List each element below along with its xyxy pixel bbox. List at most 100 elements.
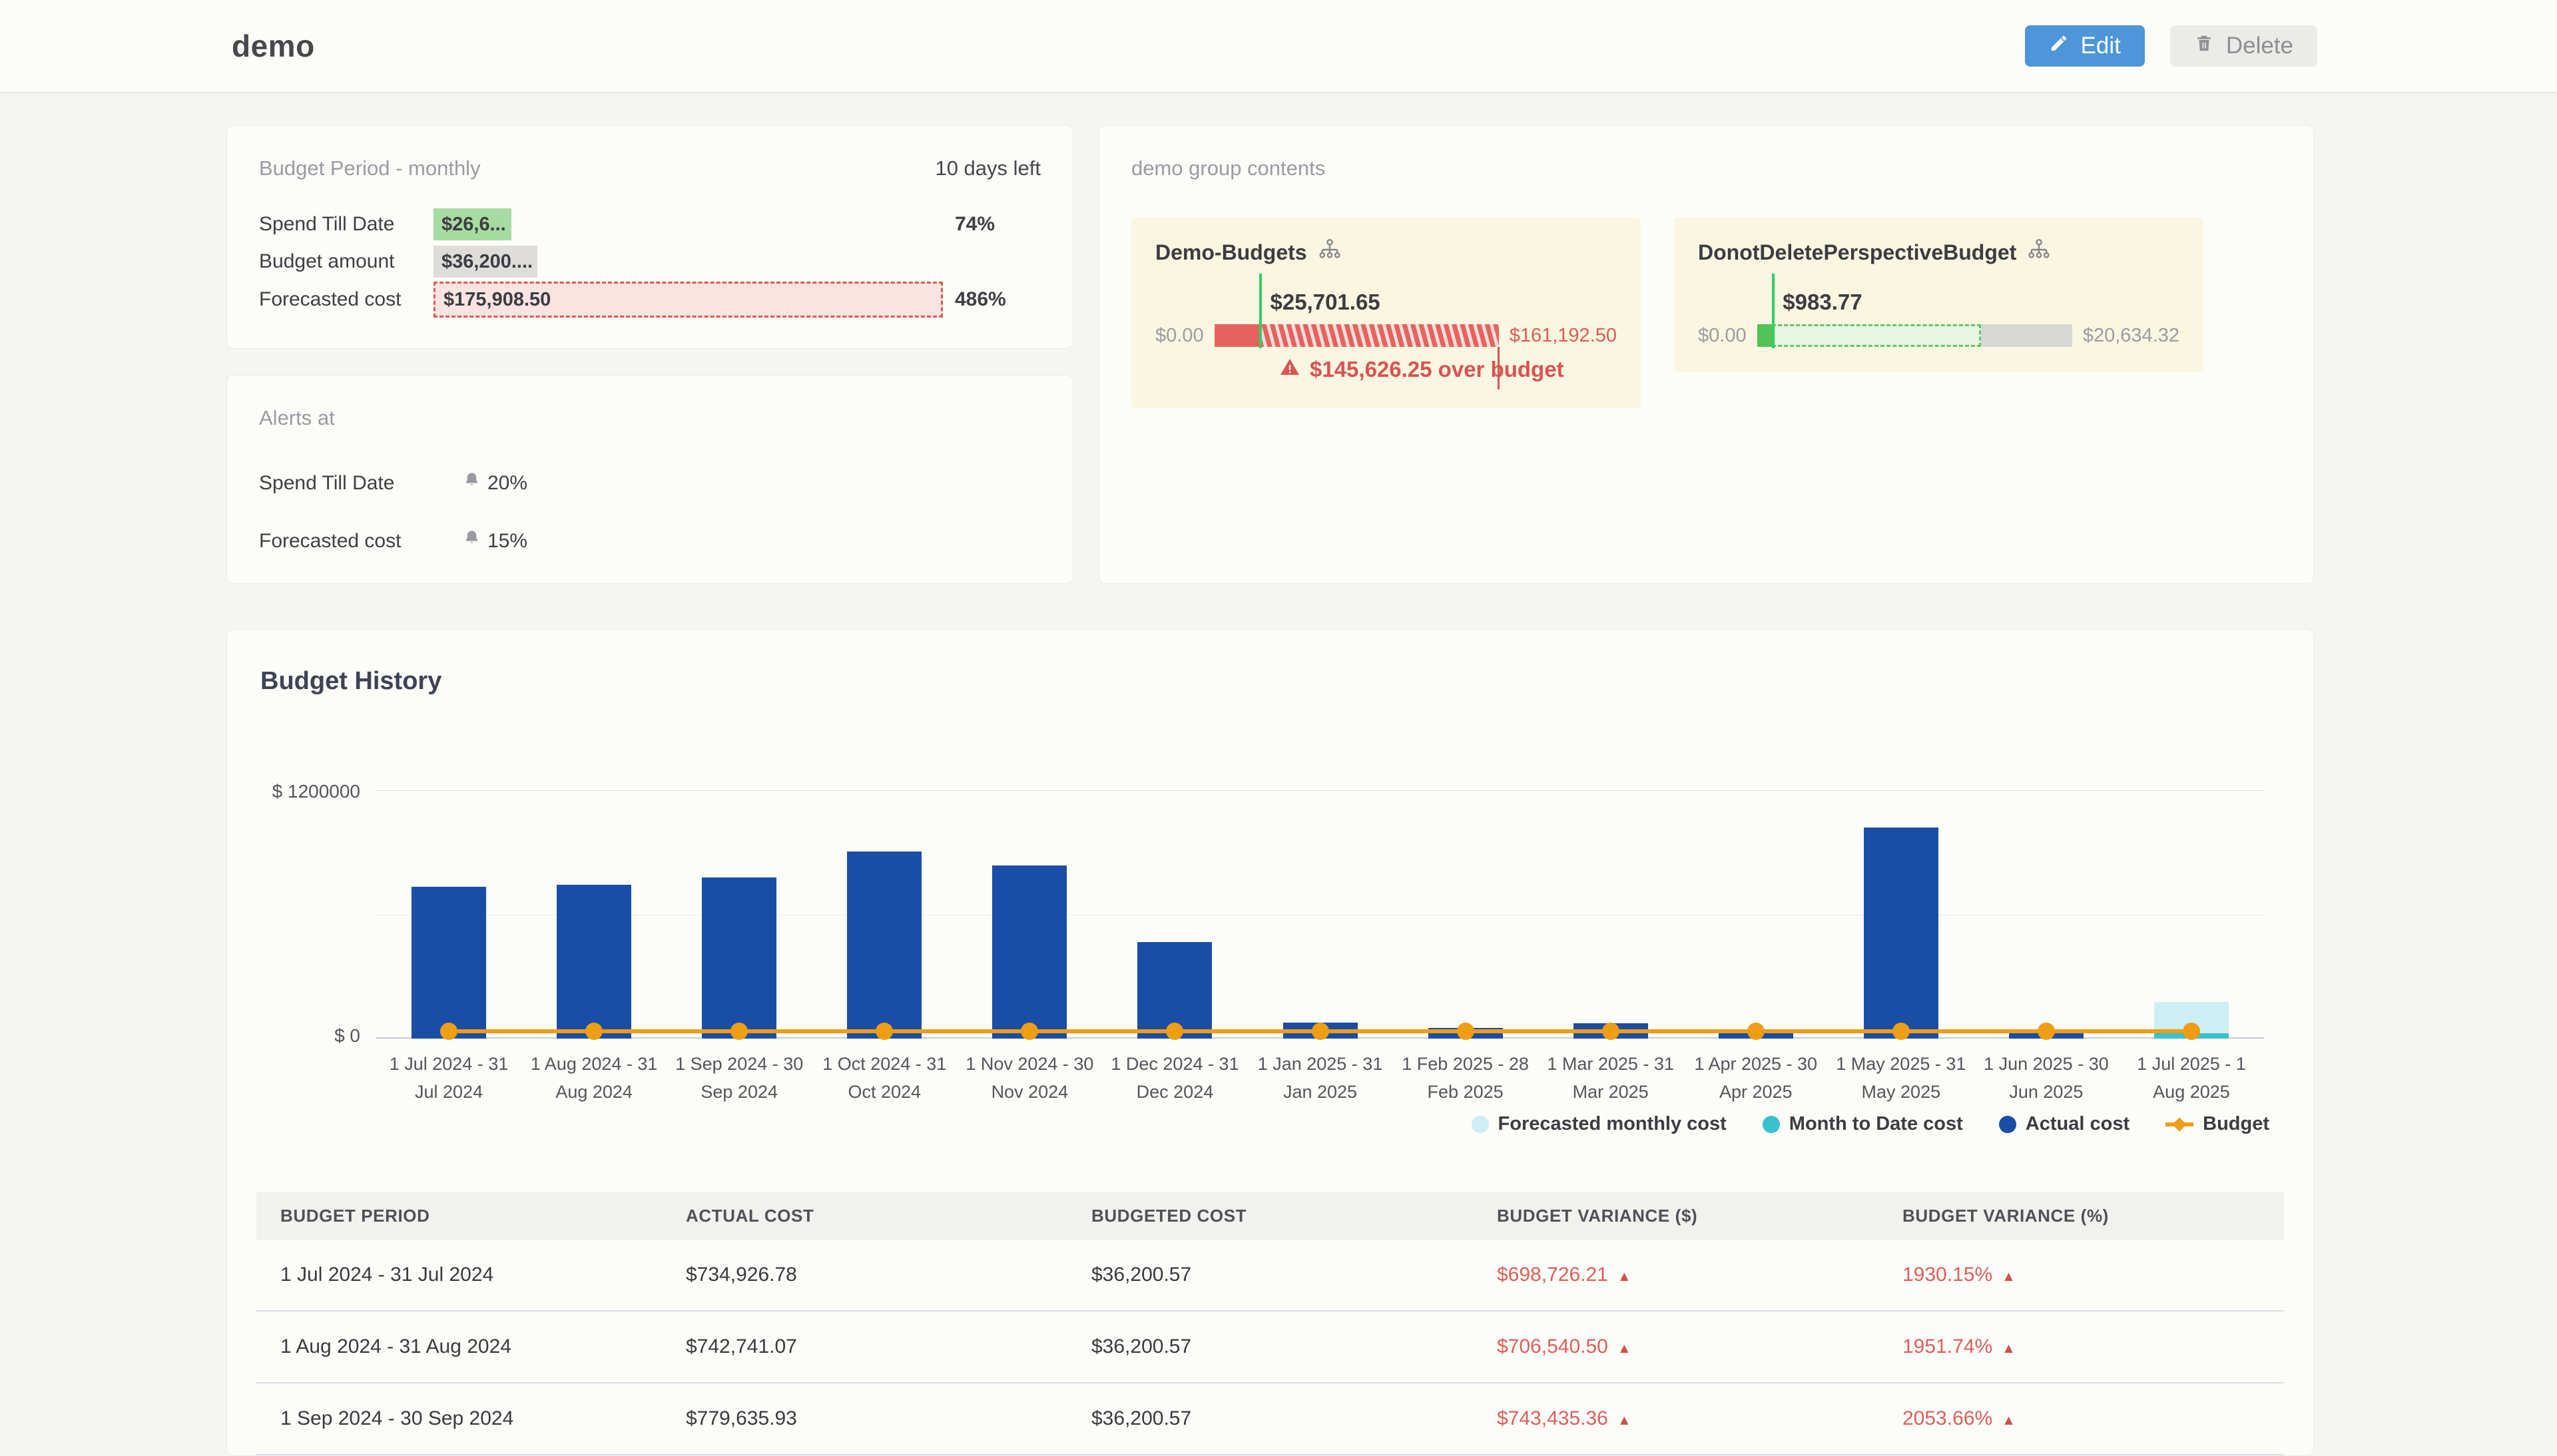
table-row: 1 Aug 2024 - 31 Aug 2024$742,741.07$36,2… [256, 1311, 2284, 1383]
budget-period-percent: 486% [955, 288, 1006, 311]
variance-up-icon: ▲ [2002, 1341, 2016, 1356]
budget-period-value-track: $175,908.50 [433, 282, 943, 318]
delete-button[interactable]: Delete [2170, 25, 2317, 67]
alert-row: Spend Till Date 20% [259, 471, 1041, 495]
budget-marker[interactable] [2038, 1023, 2055, 1040]
group-contents-card-title: demo group contents [1131, 156, 1325, 180]
cell-budget-variance-pct: 2053.66%▲ [1878, 1383, 2284, 1455]
budget-period-value: $26,6... [441, 214, 506, 236]
x-axis-label: 1 Jul 2025 - 1Aug 2025 [2046, 1051, 2337, 1106]
alert-row-label: Forecasted cost [259, 530, 463, 553]
chart-category-slot: 1 Jul 2025 - 1Aug 2025 [2119, 790, 2264, 1039]
budget-period-percent: 74% [955, 213, 995, 236]
table-header-cell: Budget Variance ($) [1473, 1192, 1878, 1240]
budget-history-chart: $ 1200000 $ 0 1 Jul 2024 - 31Jul 20241 A… [376, 790, 2264, 1039]
budget-progress-bar: $983.77 [1757, 324, 2072, 347]
chart-category-slot: 1 Nov 2024 - 30Nov 2024 [957, 790, 1102, 1039]
variance-up-icon: ▲ [1617, 1269, 1631, 1284]
alert-threshold: 15% [463, 529, 527, 553]
legend-item-actual[interactable]: Actual cost [1999, 1113, 2130, 1135]
budget-marker[interactable] [585, 1023, 603, 1040]
legend-label: Month to Date cost [1789, 1113, 1963, 1135]
budget-period-row-label: Forecasted cost [259, 288, 433, 311]
legend-diamond-icon [2165, 1122, 2193, 1126]
budget-marker[interactable] [1457, 1023, 1474, 1040]
legend-dot-icon [1763, 1116, 1780, 1133]
budget-period-value: $36,200.... [441, 251, 533, 273]
chart-title: Budget History [260, 667, 2284, 696]
variance-up-icon: ▲ [2002, 1269, 2016, 1284]
table-header-cell: Budget Variance (%) [1878, 1192, 2284, 1240]
actual-cost-bar[interactable] [1864, 828, 1938, 1039]
actual-cost-bar[interactable] [412, 887, 486, 1039]
budget-marker[interactable] [1312, 1023, 1329, 1040]
budget-bar-min-label: $0.00 [1155, 325, 1204, 347]
legend-item-budget[interactable]: Budget [2165, 1113, 2269, 1135]
alert-row: Forecasted cost 15% [259, 529, 1041, 553]
budget-marker[interactable] [440, 1023, 457, 1040]
cell-actual-cost: $742,741.07 [662, 1311, 1067, 1383]
budget-marker[interactable] [1166, 1023, 1183, 1040]
budget-marker[interactable] [2183, 1023, 2200, 1040]
budget-marker[interactable] [730, 1023, 748, 1040]
table-header-cell: Budget Period [256, 1192, 662, 1240]
budget-period-value-chip: $26,6... [433, 208, 511, 240]
actual-cost-bar[interactable] [702, 877, 776, 1039]
table-header-cell: Actual Cost [662, 1192, 1067, 1240]
actual-cost-bar[interactable] [557, 885, 631, 1039]
cell-budgeted-cost: $36,200.57 [1067, 1311, 1473, 1383]
actual-cost-bar[interactable] [847, 851, 922, 1039]
budget-marker[interactable] [1602, 1023, 1619, 1040]
budget-bar-min-label: $0.00 [1698, 325, 1747, 347]
budget-tile-name: Demo-Budgets [1155, 238, 1617, 267]
alert-threshold-value: 20% [487, 472, 527, 495]
chart-category-slot: 1 Sep 2024 - 30Sep 2024 [667, 790, 812, 1039]
chart-category-slot: 1 Apr 2025 - 30Apr 2025 [1683, 790, 1829, 1039]
cell-budget-variance-usd: $743,435.36▲ [1473, 1383, 1878, 1455]
legend-dot-icon [1999, 1116, 2016, 1133]
trash-icon [2194, 33, 2214, 59]
budget-tile[interactable]: Demo-Budgets$0.00$25,701.65$161,192.50$1… [1131, 218, 1641, 408]
budget-bar-max-label: $161,192.50 [1510, 325, 1617, 347]
chart-category-slot: 1 Dec 2024 - 31Dec 2024 [1102, 790, 1247, 1039]
alert-row-label: Spend Till Date [259, 472, 463, 495]
cell-actual-cost: $779,635.93 [662, 1383, 1067, 1455]
over-budget-end-line [1498, 347, 1500, 389]
spend-segment [1215, 324, 1260, 347]
cell-budget-variance-pct: 1930.15%▲ [1878, 1240, 2284, 1311]
budget-marker-tick [1259, 274, 1262, 348]
budget-history-table: Budget PeriodActual CostBudgeted CostBud… [256, 1192, 2284, 1455]
budget-tile[interactable]: DonotDeletePerspectiveBudget$0.00$983.77… [1674, 218, 2203, 372]
budget-marker[interactable] [876, 1023, 893, 1040]
legend-dot-icon [1472, 1116, 1489, 1133]
table-row: 1 Sep 2024 - 30 Sep 2024$779,635.93$36,2… [256, 1383, 2284, 1455]
pencil-icon [2049, 33, 2069, 59]
budget-marker[interactable] [1021, 1023, 1038, 1040]
budget-marker[interactable] [1747, 1023, 1765, 1040]
main-content: Budget Period - monthly 10 days left Spe… [0, 93, 2557, 1456]
cell-budget-period: 1 Aug 2024 - 31 Aug 2024 [256, 1311, 662, 1383]
budget-period-value-chip: $36,200.... [433, 246, 537, 278]
chart-category-slot: 1 Jan 2025 - 31Jan 2025 [1247, 790, 1392, 1039]
chart-category-slot: 1 Mar 2025 - 31Mar 2025 [1538, 790, 1683, 1039]
alert-threshold-value: 15% [487, 530, 527, 553]
header-actions: Edit Delete [2025, 25, 2317, 67]
budget-marker[interactable] [1892, 1023, 1910, 1040]
edit-button[interactable]: Edit [2025, 25, 2145, 67]
budget-marker-tick [1772, 274, 1775, 348]
hierarchy-icon [2027, 238, 2051, 267]
page-header: demo Edit Delete [0, 0, 2557, 93]
bell-icon [463, 471, 481, 495]
legend-item-mtd[interactable]: Month to Date cost [1763, 1113, 1963, 1135]
cell-budget-period: 1 Jul 2024 - 31 Jul 2024 [256, 1240, 662, 1311]
hierarchy-icon [1318, 238, 1342, 267]
edit-button-label: Edit [2081, 33, 2121, 59]
budget-period-row: Budget amount$36,200.... [259, 244, 1041, 279]
legend-item-forecast[interactable]: Forecasted monthly cost [1472, 1113, 1727, 1135]
group-contents-card: demo group contents Demo-Budgets$0.00$25… [1099, 125, 2314, 584]
variance-up-icon: ▲ [1617, 1341, 1631, 1356]
budget-name-label: Demo-Budgets [1155, 240, 1307, 265]
chart-category-slot: 1 Feb 2025 - 28Feb 2025 [1393, 790, 1538, 1039]
variance-up-icon: ▲ [2002, 1413, 2016, 1428]
actual-cost-bar[interactable] [992, 865, 1067, 1039]
